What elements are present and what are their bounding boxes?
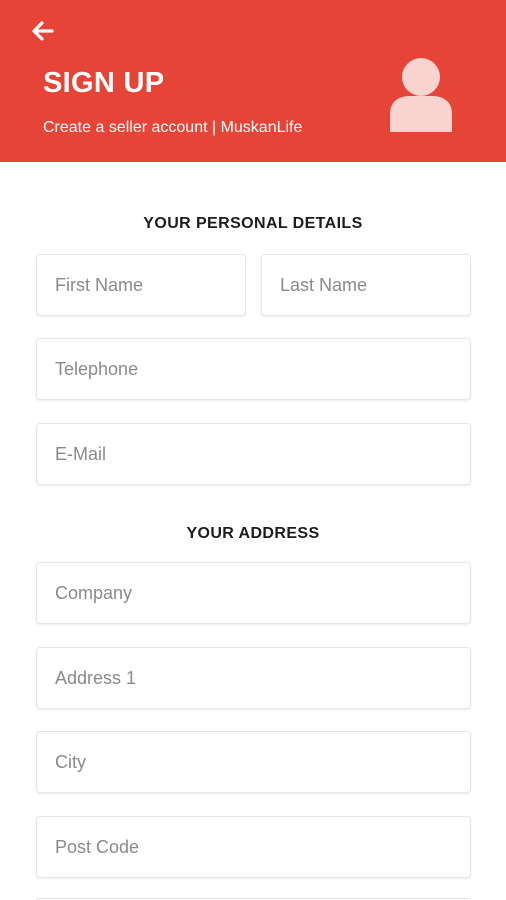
address1-field[interactable] — [36, 647, 471, 709]
telephone-input[interactable] — [37, 339, 470, 399]
telephone-field[interactable] — [36, 338, 471, 400]
first-name-input[interactable] — [37, 255, 245, 315]
company-input[interactable] — [37, 563, 470, 623]
first-name-field[interactable] — [36, 254, 246, 316]
post-code-field[interactable] — [36, 816, 471, 878]
personal-details-heading: YOUR PERSONAL DETAILS — [143, 215, 363, 232]
page-subtitle: Create a seller account | MuskanLife — [43, 119, 303, 136]
last-name-field[interactable] — [261, 254, 471, 316]
email-field[interactable] — [36, 423, 471, 485]
page-title: SIGN UP — [43, 67, 165, 99]
address-heading: YOUR ADDRESS — [186, 525, 320, 542]
company-field[interactable] — [36, 562, 471, 624]
user-icon — [390, 58, 452, 132]
arrow-left-icon — [32, 21, 54, 41]
last-name-input[interactable] — [262, 255, 470, 315]
address1-input[interactable] — [37, 648, 470, 708]
city-field[interactable] — [36, 731, 471, 793]
city-input[interactable] — [37, 732, 470, 792]
post-code-input[interactable] — [37, 817, 470, 877]
email-input[interactable] — [37, 424, 470, 484]
app-header: SIGN UP Create a seller account | Muskan… — [0, 0, 506, 162]
back-button[interactable] — [30, 18, 56, 44]
